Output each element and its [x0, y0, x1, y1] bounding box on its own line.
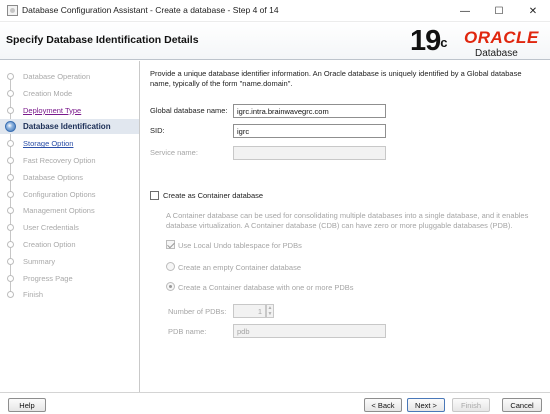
sidebar-step-storage-option[interactable]: Storage Option	[0, 136, 139, 151]
window-title: Database Configuration Assistant - Creat…	[22, 5, 279, 15]
step-indicator-icon	[7, 207, 14, 215]
step-indicator-icon	[7, 241, 14, 248]
step-indicator-icon	[7, 89, 14, 97]
global-db-name-input[interactable]	[233, 104, 386, 118]
step-indicator-icon	[7, 157, 14, 164]
wizard-footer: Help < Back Next > Finish Cancel	[0, 392, 550, 414]
sidebar-step-database-options: Database Options	[0, 170, 139, 185]
sidebar-step-label: Storage Option	[23, 139, 74, 149]
app-icon	[7, 5, 18, 16]
sidebar-step-database-identification[interactable]: Database Identification	[0, 119, 139, 135]
num-pdbs-input[interactable]	[233, 304, 266, 318]
container-db-label[interactable]: Create as Container database	[163, 191, 263, 200]
sidebar-step-label: Creation Mode	[23, 88, 73, 98]
global-db-name-label: Global database name:	[150, 106, 228, 115]
sidebar-step-label: Database Identification	[23, 122, 111, 132]
sidebar-step-label: User Credentials	[23, 223, 79, 233]
pdb-name-label: PDB name:	[168, 327, 207, 336]
sid-input[interactable]	[233, 124, 386, 138]
sidebar-step-label: Finish	[23, 290, 44, 300]
step-indicator-icon	[7, 140, 14, 148]
step-indicator-icon	[7, 173, 14, 181]
page-title: Specify Database Identification Details	[6, 34, 199, 46]
help-button[interactable]: Help	[8, 398, 46, 412]
sidebar-step-user-credentials: User Credentials	[0, 220, 139, 235]
empty-container-label: Create an empty Container database	[178, 263, 301, 272]
sidebar-step-label: Configuration Options	[23, 189, 96, 199]
step-indicator-icon	[7, 291, 14, 299]
container-with-pdbs-label: Create a Container database with one or …	[178, 283, 354, 292]
wizard-steps-sidebar: Database Operation Creation Mode Deploymen…	[0, 61, 140, 392]
local-undo-label: Use Local Undo tablespace for PDBs	[178, 241, 302, 250]
main-content: Provide a unique database identifier inf…	[141, 61, 550, 392]
service-name-input[interactable]	[233, 146, 386, 160]
minimize-button[interactable]: —	[448, 0, 482, 22]
step-indicator-icon	[7, 224, 14, 232]
chevron-down-icon[interactable]: ▼	[267, 311, 273, 317]
sidebar-step-label: Fast Recovery Option	[23, 156, 96, 165]
sidebar-step-finish: Finish	[0, 287, 139, 302]
sidebar-step-configuration-options: Configuration Options	[0, 187, 139, 202]
sidebar-step-label: Deployment Type	[23, 105, 82, 115]
container-db-note: A Container database can be used for con…	[166, 211, 529, 230]
sidebar-step-management-options: Management Options	[0, 203, 139, 218]
empty-container-radio[interactable]	[166, 262, 175, 271]
sidebar-step-label: Summary	[23, 256, 56, 266]
back-button[interactable]: < Back	[364, 398, 402, 412]
logo-version-suffix: c	[440, 35, 447, 50]
step-indicator-icon	[7, 274, 14, 282]
pdb-name-input[interactable]	[233, 324, 386, 338]
container-db-checkbox[interactable]	[150, 191, 159, 200]
step-indicator-icon	[7, 106, 14, 114]
sidebar-step-creation-option: Creation Option	[0, 237, 139, 252]
sidebar-step-creation-mode: Creation Mode	[0, 86, 139, 101]
close-button[interactable]: ✕	[516, 0, 550, 22]
description-text: Provide a unique database identifier inf…	[150, 69, 522, 88]
sidebar-step-summary: Summary	[0, 254, 139, 269]
oracle-19c-logo: 19c	[410, 26, 458, 58]
step-indicator-icon	[7, 257, 14, 265]
num-pdbs-spinner[interactable]: ▲ ▼	[266, 304, 274, 318]
step-indicator-icon	[5, 121, 16, 133]
page-header: Specify Database Identification Details …	[0, 22, 550, 60]
container-with-pdbs-radio[interactable]	[166, 282, 175, 291]
service-name-label: Service name:	[150, 148, 198, 157]
maximize-button[interactable]: ☐	[482, 0, 516, 22]
local-undo-checkbox[interactable]	[166, 240, 175, 249]
sidebar-step-progress-page: Progress Page	[0, 271, 139, 286]
cancel-button[interactable]: Cancel	[502, 398, 542, 412]
window-titlebar: Database Configuration Assistant - Creat…	[0, 0, 550, 22]
sidebar-step-label: Database Operation	[23, 72, 91, 81]
logo-product-name: Database	[475, 48, 518, 59]
finish-button[interactable]: Finish	[452, 398, 490, 412]
next-button[interactable]: Next >	[407, 398, 445, 412]
sidebar-step-label: Database Options	[23, 172, 84, 182]
step-indicator-icon	[7, 190, 14, 198]
num-pdbs-label: Number of PDBs:	[168, 307, 227, 316]
sidebar-step-label: Progress Page	[23, 273, 73, 283]
sidebar-step-deployment-type[interactable]: Deployment Type	[0, 103, 139, 118]
oracle-brand-logo: ORACLE	[464, 28, 539, 47]
sidebar-step-label: Management Options	[23, 206, 95, 216]
sidebar-step-label: Creation Option	[23, 240, 76, 249]
step-indicator-icon	[7, 73, 14, 80]
sidebar-step-fast-recovery-option: Fast Recovery Option	[0, 153, 139, 168]
sidebar-step-database-operation: Database Operation	[0, 69, 139, 84]
sid-label: SID:	[150, 126, 165, 135]
logo-version: 19	[410, 25, 441, 57]
